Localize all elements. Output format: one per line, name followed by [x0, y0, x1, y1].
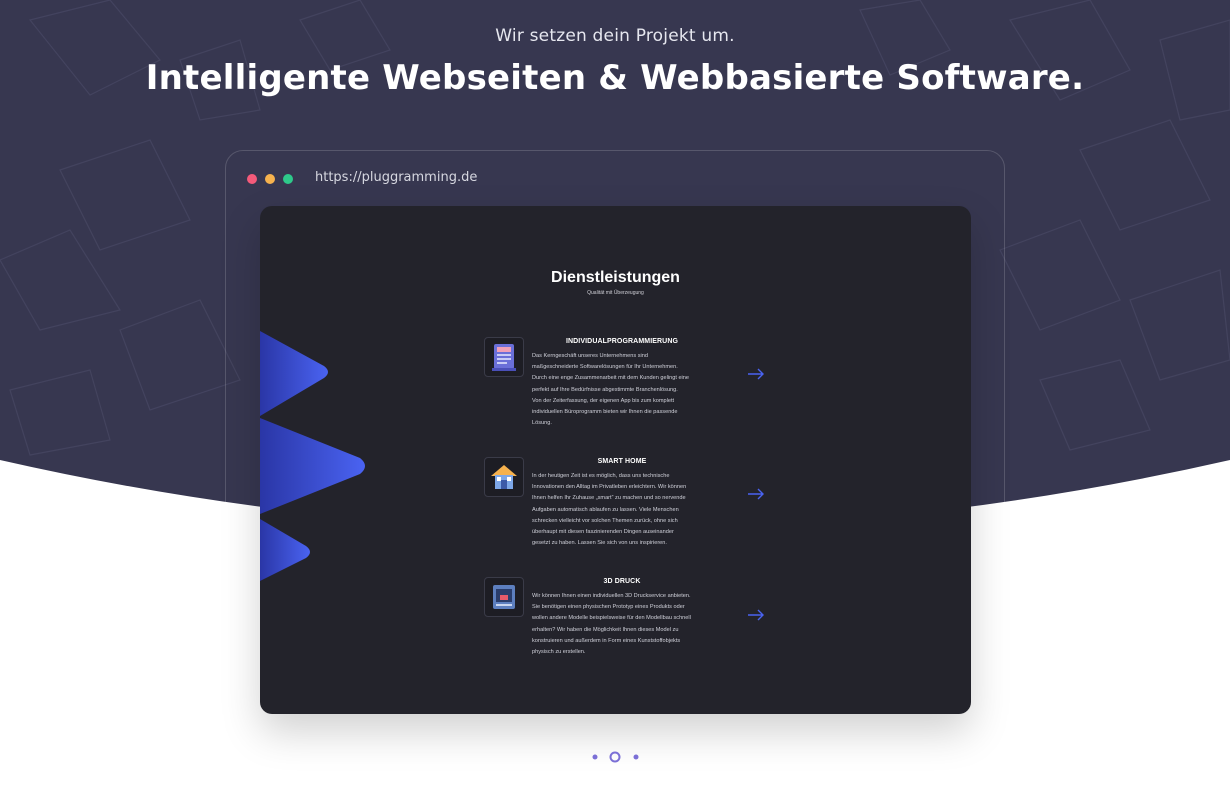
hero-headline: Intelligente Webseiten & Webbasierte Sof… — [145, 58, 1085, 98]
pagination-dot-3[interactable] — [633, 754, 639, 760]
service-title-individualprogrammierung: INDIVIDUALPROGRAMMIERUNG — [565, 338, 679, 345]
browser-minimize-dot — [265, 174, 275, 184]
services-title: Dienstleistungen — [551, 269, 680, 286]
arrow-right-icon[interactable] — [747, 368, 765, 380]
3d-printer-icon — [484, 577, 524, 617]
services-subtitle: Qualität mit Überzeugung — [587, 290, 644, 296]
arrow-right-icon[interactable] — [747, 488, 765, 500]
service-text-3d-druck: Wir können Ihnen einen individuellen 3D … — [532, 593, 691, 656]
hero-kicker: Wir setzen dein Projekt um. — [495, 26, 735, 46]
carousel-pagination — [592, 751, 639, 763]
smart-home-icon — [484, 457, 524, 497]
service-title-smart-home: SMART HOME — [597, 458, 647, 465]
browser-url: https://pluggramming.de — [315, 170, 478, 185]
website-preview: Dienstleistungen Qualität mit Überzeugun… — [260, 206, 971, 714]
decorative-triangles — [260, 331, 365, 581]
code-document-icon — [484, 337, 524, 377]
browser-maximize-dot — [283, 174, 293, 184]
browser-close-dot — [247, 174, 257, 184]
pagination-dot-2-active[interactable] — [609, 751, 621, 763]
service-text-smart-home: In der heutigen Zeit ist es möglich, das… — [532, 473, 687, 547]
arrow-right-icon[interactable] — [747, 609, 765, 621]
service-text-individualprogrammierung: Das Kerngeschäft unseres Unternehmens si… — [532, 353, 690, 427]
service-title-3d-druck: 3D DRUCK — [603, 578, 641, 585]
pagination-dot-1[interactable] — [592, 754, 598, 760]
